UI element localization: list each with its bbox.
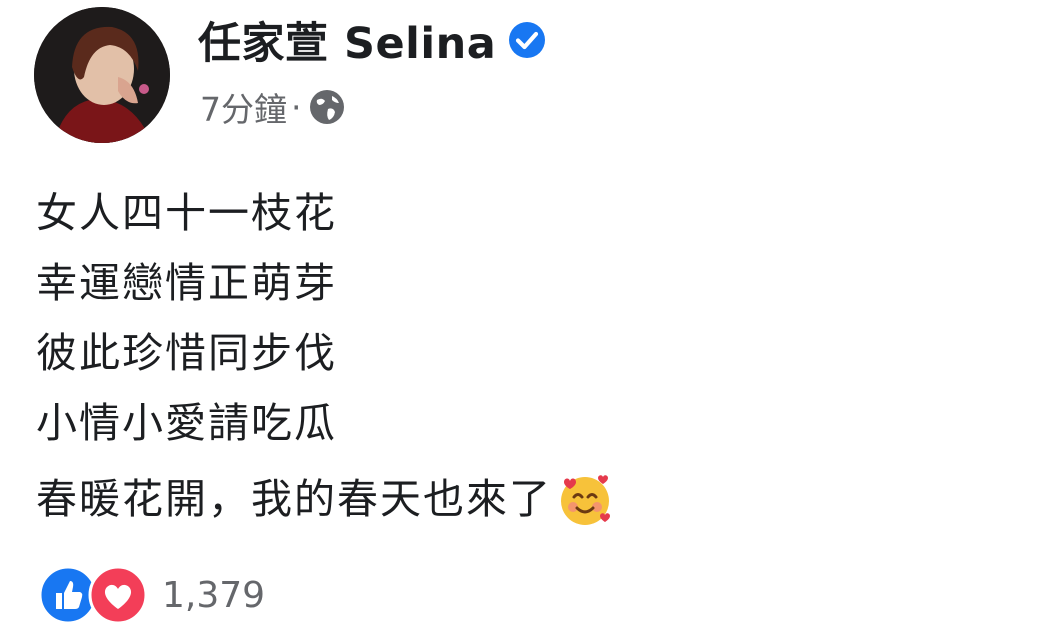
reaction-count[interactable]: 1,379 bbox=[162, 575, 265, 616]
post-text-line: 春暖花開，我的春天也來了 bbox=[36, 475, 552, 523]
post-meta: 7分鐘 · bbox=[200, 83, 346, 131]
avatar[interactable] bbox=[34, 7, 170, 143]
globe-icon[interactable] bbox=[308, 88, 346, 126]
author-name[interactable]: 任家萱 Selina bbox=[198, 9, 496, 71]
post-text-line: 彼此珍惜同步伐 bbox=[36, 329, 337, 377]
post-text-line: 女人四十一枝花 bbox=[36, 189, 337, 237]
post-text-line: 幸運戀情正萌芽 bbox=[36, 259, 337, 307]
reactions-bar[interactable]: 1,379 bbox=[38, 565, 265, 625]
smiling-face-with-hearts-icon bbox=[561, 475, 610, 525]
author-row: 任家萱 Selina bbox=[198, 9, 546, 71]
post-text-line: 小情小愛請吃瓜 bbox=[36, 399, 337, 447]
post-text: 女人四十一枝花 幸運戀情正萌芽 彼此珍惜同步伐 小情小愛請吃瓜 bbox=[36, 178, 337, 458]
post-text-paragraph: 春暖花開，我的春天也來了 bbox=[36, 470, 614, 528]
avatar-photo bbox=[34, 7, 170, 143]
post-timestamp[interactable]: 7分鐘 bbox=[200, 83, 287, 131]
meta-separator: · bbox=[291, 87, 302, 127]
verified-badge-icon bbox=[509, 22, 546, 58]
love-icon[interactable] bbox=[88, 565, 148, 625]
